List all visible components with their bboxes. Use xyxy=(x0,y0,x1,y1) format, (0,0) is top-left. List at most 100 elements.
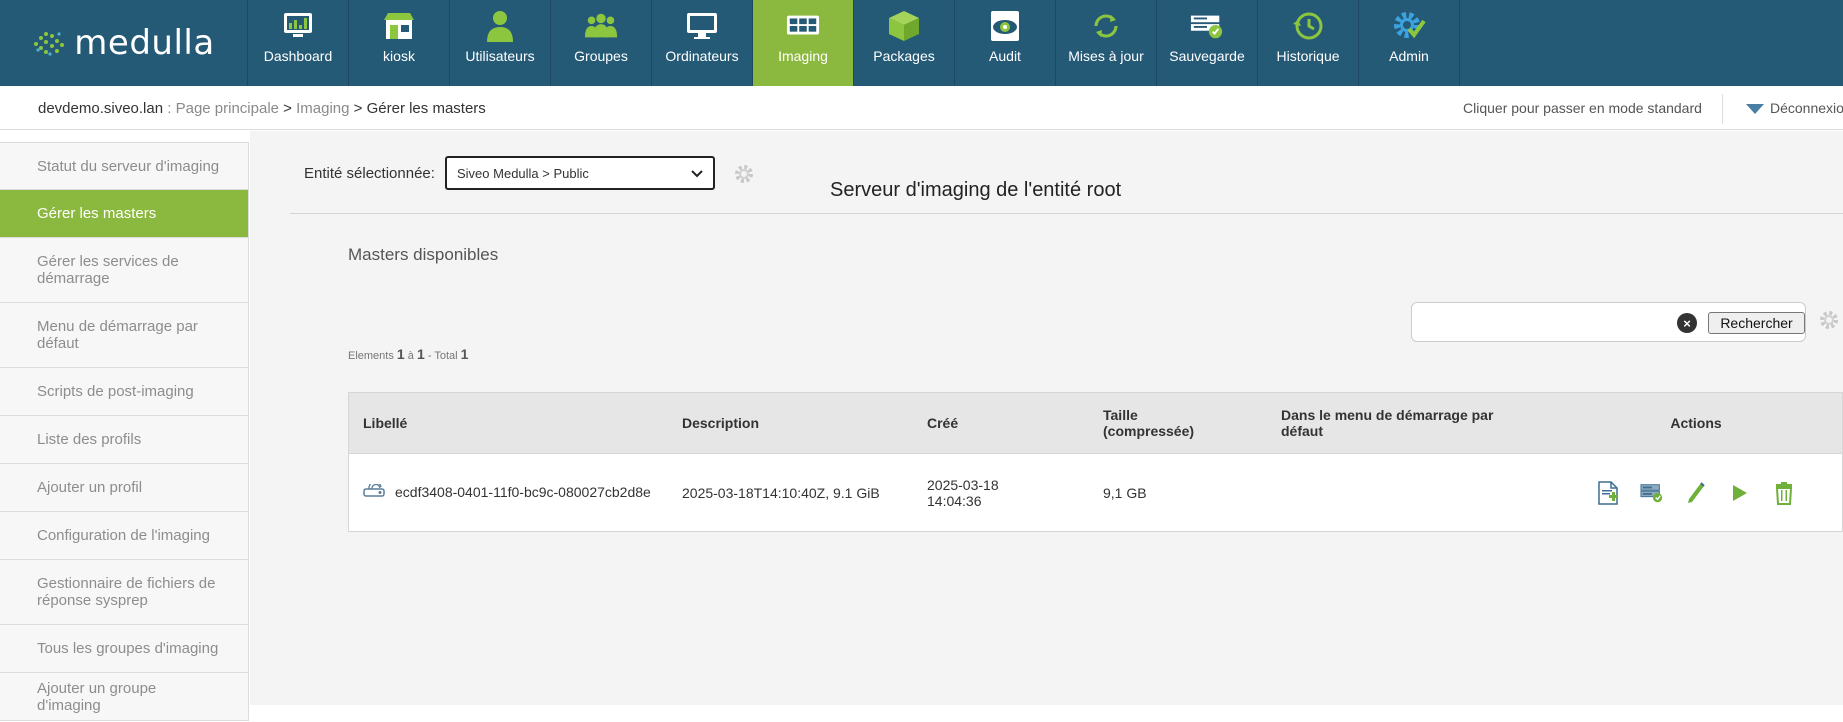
nav-label: Dashboard xyxy=(263,48,333,64)
pagination-total-word: - Total xyxy=(427,350,458,362)
nav-admin[interactable]: Admin xyxy=(1359,0,1460,86)
group-icon xyxy=(584,10,618,42)
nav-dashboard[interactable]: Dashboard xyxy=(248,0,349,86)
pagination-to: 1 xyxy=(416,346,425,362)
nav-audit[interactable]: Audit xyxy=(955,0,1056,86)
standard-mode-link[interactable]: Cliquer pour passer en mode standard xyxy=(1463,100,1702,116)
chevron-down-icon xyxy=(691,166,703,181)
computer-icon xyxy=(685,10,719,42)
header-default-menu[interactable]: Dans le menu de démarrage par défaut xyxy=(1281,407,1566,439)
search-input[interactable] xyxy=(1418,309,1678,335)
nav-label: Sauvegarde xyxy=(1169,48,1245,64)
page-title: Serveur d'imaging de l'entité root xyxy=(830,179,1122,201)
sidebar-item-add-imaging-group[interactable]: Ajouter un groupe d'imaging xyxy=(0,673,249,721)
nav-label: Audit xyxy=(989,48,1021,64)
master-label[interactable]: ecdf3408-0401-11f0-bc9c-080027cb2d8e xyxy=(395,484,651,500)
cell-actions xyxy=(1566,480,1826,506)
nav-label: Ordinateurs xyxy=(665,48,739,64)
user-icon xyxy=(483,10,517,42)
nav-sauvegarde[interactable]: Sauvegarde xyxy=(1157,0,1258,86)
nav-label: Imaging xyxy=(778,48,828,64)
header-description[interactable]: Description xyxy=(682,415,927,431)
pagination-info: Elements 1 à 1 - Total 1 xyxy=(348,346,468,362)
sidebar-item-manage-masters[interactable]: Gérer les masters xyxy=(0,190,249,238)
imaging-icon xyxy=(786,10,820,42)
pagination-to-word: à xyxy=(407,350,414,362)
breadcrumb-separator: : xyxy=(163,100,176,117)
package-icon xyxy=(887,10,921,42)
top-navigation: medulla Dashboard kiosk Utilisateurs Gro… xyxy=(0,0,1843,86)
sidebar-item-add-profile[interactable]: Ajouter un profil xyxy=(0,464,249,512)
pagination-total: 1 xyxy=(460,346,469,362)
breadcrumb-current: Gérer les masters xyxy=(366,100,486,117)
nav-groupes[interactable]: Groupes xyxy=(551,0,652,86)
logout-link[interactable]: Déconnexion xyxy=(1746,100,1843,116)
header-size[interactable]: Taille (compressée) xyxy=(1103,407,1281,439)
search-box: × Rechercher xyxy=(1411,302,1806,342)
clear-search-icon[interactable]: × xyxy=(1677,313,1697,333)
sidebar-item-sysprep-manager[interactable]: Gestionnaire de fichiers de réponse sysp… xyxy=(0,560,249,625)
history-icon xyxy=(1291,10,1325,42)
entity-select-value: Siveo Medulla > Public xyxy=(457,165,589,181)
nav-label: Packages xyxy=(873,48,935,64)
sidebar-item-server-status[interactable]: Statut du serveur d'imaging xyxy=(0,142,249,190)
nav-packages[interactable]: Packages xyxy=(854,0,955,86)
backup-icon xyxy=(1190,10,1224,42)
breadcrumb-host: devdemo.siveo.lan xyxy=(38,100,164,117)
header-divider xyxy=(1722,94,1723,124)
add-to-menu-icon[interactable] xyxy=(1596,480,1620,506)
loading-gear-icon xyxy=(733,163,755,190)
nav-label: Historique xyxy=(1276,48,1340,64)
sidebar-item-boot-services[interactable]: Gérer les services de démarrage xyxy=(0,238,249,303)
nav-kiosk[interactable]: kiosk xyxy=(349,0,450,86)
breadcrumb-separator: > xyxy=(349,100,367,117)
kiosk-icon xyxy=(382,10,416,42)
header-created[interactable]: Créé xyxy=(927,415,1103,431)
header-label[interactable]: Libellé xyxy=(349,415,682,431)
nav-historique[interactable]: Historique xyxy=(1258,0,1359,86)
cell-description: 2025-03-18T14:10:40Z, 9.1 GiB xyxy=(682,484,880,501)
nav-ordinateurs[interactable]: Ordinateurs xyxy=(652,0,753,86)
entity-label: Entité sélectionnée: xyxy=(304,165,435,182)
sidebar-item-profile-list[interactable]: Liste des profils xyxy=(0,416,249,464)
masters-table: Libellé Description Créé Taille (compres… xyxy=(348,392,1843,532)
cell-size: 9,1 GB xyxy=(1103,484,1147,501)
trash-icon[interactable] xyxy=(1772,480,1796,506)
play-icon[interactable] xyxy=(1728,480,1752,506)
nav-label: Groupes xyxy=(574,48,628,64)
logo-mark-icon xyxy=(32,28,66,58)
dashboard-icon xyxy=(281,10,315,42)
nav-imaging[interactable]: Imaging xyxy=(753,0,854,86)
main-content: Entité sélectionnée: Siveo Medulla > Pub… xyxy=(250,131,1843,705)
breadcrumb-imaging-link[interactable]: Imaging xyxy=(296,100,349,117)
edit-pencil-icon[interactable] xyxy=(1684,480,1708,506)
breadcrumb-home-link[interactable]: Page principale xyxy=(176,100,279,117)
nav-mises-a-jour[interactable]: Mises à jour xyxy=(1056,0,1157,86)
sidebar-item-imaging-groups[interactable]: Tous les groupes d'imaging xyxy=(0,625,249,673)
sidebar-item-imaging-config[interactable]: Configuration de l'imaging xyxy=(0,512,249,560)
caret-down-icon xyxy=(1746,104,1764,115)
breadcrumb-separator: > xyxy=(279,100,297,117)
sidebar: Statut du serveur d'imaging Gérer les ma… xyxy=(0,142,249,721)
nav-utilisateurs[interactable]: Utilisateurs xyxy=(450,0,551,86)
header-actions: Actions xyxy=(1670,415,1722,431)
medulla-logo[interactable]: medulla xyxy=(0,0,248,86)
logo-text: medulla xyxy=(74,23,215,63)
nav-label: kiosk xyxy=(383,48,415,64)
update-icon xyxy=(1089,10,1123,42)
nav-label: Admin xyxy=(1389,48,1429,64)
cell-label: ecdf3408-0401-11f0-bc9c-080027cb2d8e xyxy=(349,480,682,505)
table-header: Libellé Description Créé Taille (compres… xyxy=(349,393,1842,454)
entity-select[interactable]: Siveo Medulla > Public xyxy=(445,156,715,190)
search-button[interactable]: Rechercher xyxy=(1708,312,1805,334)
logout-label: Déconnexion xyxy=(1770,100,1843,116)
audit-icon xyxy=(988,10,1022,42)
sidebar-item-post-imaging-scripts[interactable]: Scripts de post-imaging xyxy=(0,368,249,416)
pagination-prefix: Elements xyxy=(348,350,394,362)
divider xyxy=(290,213,1843,214)
server-deploy-icon[interactable] xyxy=(1640,480,1664,506)
sidebar-item-default-boot-menu[interactable]: Menu de démarrage par défaut xyxy=(0,303,249,368)
master-image-icon xyxy=(363,481,389,505)
pagination-from: 1 xyxy=(396,346,405,362)
admin-gear-icon xyxy=(1392,10,1426,42)
